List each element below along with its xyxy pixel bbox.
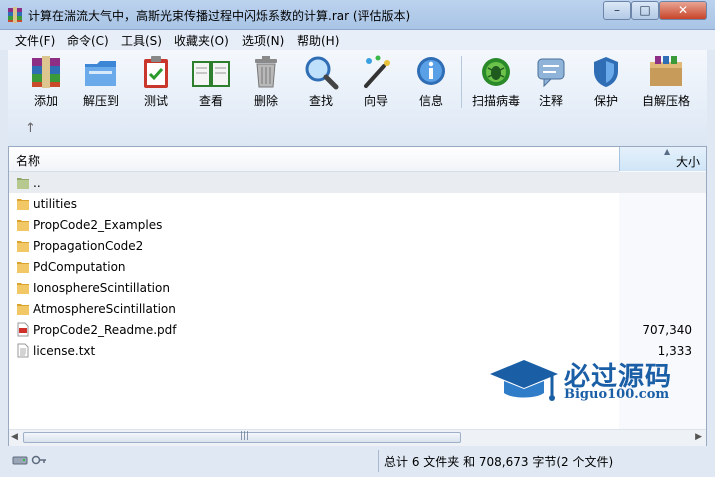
extract-to-button[interactable]: 解压到 <box>73 54 129 110</box>
graduation-cap-logo <box>490 360 558 401</box>
magnifier-icon <box>305 56 339 90</box>
list-item[interactable]: AtmosphereScintillation <box>9 298 706 319</box>
column-name-header[interactable]: 名称 <box>16 152 40 169</box>
view-button[interactable]: 查看 <box>183 54 239 110</box>
sfx-button[interactable]: 自解压格 <box>638 54 694 110</box>
column-size-header[interactable]: ▲ 大小 <box>619 147 706 171</box>
list-item[interactable]: utilities <box>9 193 706 214</box>
watermark-url: Biguo100.com <box>564 387 670 402</box>
minimize-button[interactable]: – <box>603 1 631 20</box>
parent-folder-icon <box>17 178 29 189</box>
clipboard-check-icon <box>144 56 168 88</box>
file-name: AtmosphereScintillation <box>33 302 176 316</box>
file-name: PdComputation <box>33 260 126 274</box>
menu-favorites[interactable]: 收藏夹(O) <box>174 32 229 49</box>
protect-button[interactable]: 保护 <box>578 54 634 110</box>
info-button[interactable]: 信息 <box>403 54 459 110</box>
status-summary: 总计 6 文件夹 和 708,673 字节(2 个文件) <box>384 455 614 469</box>
file-name: PropCode2_Readme.pdf <box>33 323 177 337</box>
drive-icon <box>12 456 28 465</box>
folder-icon <box>17 262 29 273</box>
trash-can-icon <box>255 56 277 88</box>
virus-scan-button[interactable]: 扫描病毒 <box>468 54 524 110</box>
file-size: 707,340 <box>642 323 692 337</box>
open-book-icon <box>192 61 230 87</box>
info-icon <box>417 57 445 85</box>
list-item[interactable]: PdComputation <box>9 256 706 277</box>
extract-folder-icon <box>85 61 116 86</box>
text-file-icon <box>17 343 29 358</box>
menu-commands[interactable]: 命令(C) <box>67 32 109 49</box>
menu-help[interactable]: 帮助(H) <box>297 32 339 49</box>
pdf-file-icon <box>17 322 29 337</box>
comment-icon <box>537 58 565 88</box>
add-archive-icon <box>32 56 60 88</box>
file-name: IonosphereScintillation <box>33 281 170 295</box>
protect-label: 保护 <box>593 94 618 108</box>
list-item[interactable]: IonosphereScintillation <box>9 277 706 298</box>
menu-tools[interactable]: 工具(S) <box>121 32 162 49</box>
info-label: 信息 <box>418 94 443 108</box>
shield-icon <box>594 57 618 87</box>
list-header: 名称 ▲ 大小 <box>9 147 706 172</box>
add-button[interactable]: 添加 <box>18 54 74 110</box>
file-name: utilities <box>33 197 77 211</box>
sort-arrow-icon: ▲ <box>664 147 671 156</box>
winrar-app-icon <box>8 7 22 23</box>
folder-icon <box>17 220 29 231</box>
delete-button[interactable]: 删除 <box>238 54 294 110</box>
status-bar: 总计 6 文件夹 和 708,673 字节(2 个文件) <box>0 446 715 477</box>
menu-file[interactable]: 文件(F) <box>15 32 55 49</box>
site-watermark: 必过源码 Biguo100.com <box>488 352 688 412</box>
window-title: 计算在湍流大气中，高斯光束传播过程中闪烁系数的计算.rar (评估版本) <box>28 9 411 23</box>
sfx-label: 自解压格 <box>641 94 690 108</box>
file-name: license.txt <box>33 344 96 358</box>
find-button[interactable]: 查找 <box>293 54 349 110</box>
maximize-button[interactable]: □ <box>631 1 659 20</box>
close-button[interactable]: ✕ <box>659 1 707 20</box>
folder-icon <box>17 199 29 210</box>
folder-icon <box>17 283 29 294</box>
wizard-button[interactable]: 向导 <box>348 54 404 110</box>
column-size-label: 大小 <box>675 155 700 169</box>
test-button[interactable]: 测试 <box>128 54 184 110</box>
up-one-level-button[interactable]: ↑ <box>25 121 36 136</box>
key-icon <box>31 455 46 465</box>
comment-button[interactable]: 注释 <box>523 54 579 110</box>
status-divider <box>378 450 379 472</box>
file-name: PropCode2_Examples <box>33 218 163 232</box>
file-name: PropagationCode2 <box>33 239 144 253</box>
list-item[interactable]: PropCode2_Examples <box>9 214 706 235</box>
horizontal-scrollbar[interactable]: ◀ ||| ▶ <box>9 429 706 446</box>
list-item[interactable]: PropagationCode2 <box>9 235 706 256</box>
folder-icon <box>17 241 29 252</box>
scroll-left-arrow-icon[interactable]: ◀ <box>11 432 18 442</box>
scrollbar-grip-icon: ||| <box>240 431 250 441</box>
folder-icon <box>17 304 29 315</box>
sfx-box-icon <box>650 56 682 86</box>
scrollbar-thumb[interactable]: ||| <box>23 431 461 443</box>
file-name: .. <box>33 176 41 190</box>
bug-icon <box>482 58 510 86</box>
scroll-right-arrow-icon[interactable]: ▶ <box>695 432 702 442</box>
list-item-parent[interactable]: .. <box>9 172 706 193</box>
list-item[interactable]: PropCode2_Readme.pdf 707,340 <box>9 319 706 340</box>
title-bar: 计算在湍流大气中，高斯光束传播过程中闪烁系数的计算.rar (评估版本) – □… <box>0 0 715 30</box>
toolbar: 添加 解压到 测试 查看 删除 查找 向导 信息 扫描病毒 注释 保护 自解压格… <box>8 50 707 146</box>
magic-wand-icon <box>364 55 390 88</box>
menu-bar: 文件(F) 命令(C) 工具(S) 收藏夹(O) 选项(N) 帮助(H) <box>0 30 715 50</box>
menu-options[interactable]: 选项(N) <box>242 32 284 49</box>
